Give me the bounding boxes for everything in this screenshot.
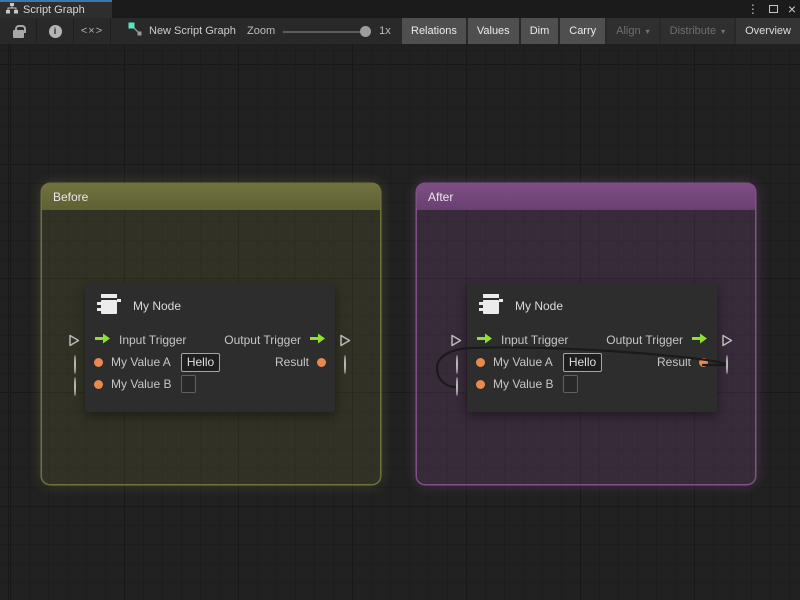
values-toggle[interactable]: Values: [468, 18, 519, 44]
trigger-input-icon[interactable]: [94, 333, 111, 347]
value-output-icon[interactable]: [317, 358, 326, 367]
maximize-icon[interactable]: [769, 5, 778, 13]
graph-value-port[interactable]: [74, 356, 76, 374]
chevron-down-icon: ▾: [646, 27, 650, 36]
graph-value-port[interactable]: [726, 356, 728, 374]
graph-value-port[interactable]: [456, 378, 458, 396]
value-input-icon[interactable]: [476, 380, 485, 389]
lock-button[interactable]: [0, 18, 36, 44]
node-my-node-after[interactable]: My Node Input Trigger Output Trigger My …: [467, 283, 717, 412]
overview-button[interactable]: Overview: [736, 18, 800, 44]
graph-value-port[interactable]: [344, 356, 346, 374]
value-b-input[interactable]: [563, 375, 578, 393]
port-label: My Value B: [493, 377, 553, 391]
zoom-slider-handle[interactable]: [360, 26, 371, 37]
unit-icon: [96, 291, 122, 322]
trigger-input-icon[interactable]: [476, 333, 493, 347]
zoom-label: Zoom: [247, 25, 275, 37]
toolbar-separator: [110, 18, 111, 44]
inspect-button[interactable]: i: [37, 18, 73, 44]
port-label: Input Trigger: [501, 333, 568, 347]
graph-trigger-port[interactable]: [339, 334, 352, 353]
tab-title: Script Graph: [23, 4, 85, 16]
zoom-slider[interactable]: [283, 26, 371, 37]
graph-trigger-port[interactable]: [450, 334, 463, 353]
chevron-down-icon: ▾: [721, 27, 725, 36]
window-menu-icon[interactable]: ⋮: [747, 3, 759, 15]
close-icon[interactable]: ×: [788, 2, 796, 16]
relations-toggle[interactable]: Relations: [402, 18, 466, 44]
graph-value-port[interactable]: [456, 356, 458, 374]
graph-trigger-port[interactable]: [721, 334, 734, 353]
value-input-icon[interactable]: [94, 380, 103, 389]
code-preview-button[interactable]: <×>: [74, 18, 110, 44]
graph-trigger-port[interactable]: [68, 334, 81, 353]
port-label: Result: [657, 355, 691, 369]
tab-script-graph[interactable]: Script Graph: [0, 0, 112, 18]
port-label: Input Trigger: [119, 333, 186, 347]
value-a-input[interactable]: Hello: [181, 353, 220, 372]
port-label: Result: [275, 355, 309, 369]
carry-toggle[interactable]: Carry: [560, 18, 605, 44]
dim-toggle[interactable]: Dim: [521, 18, 559, 44]
group-title: After: [428, 190, 453, 204]
distribute-dropdown[interactable]: Distribute▾: [661, 18, 734, 44]
graph-value-port[interactable]: [74, 378, 76, 396]
tab-bar: Script Graph ⋮ ×: [0, 0, 800, 18]
code-icon: <×>: [81, 25, 103, 37]
value-a-input[interactable]: Hello: [563, 353, 602, 372]
graph-hierarchy-icon: [6, 1, 18, 19]
lock-icon: [13, 30, 24, 38]
value-output-icon[interactable]: [699, 358, 708, 367]
info-icon: i: [49, 25, 62, 38]
graph-asset-picker[interactable]: New Script Graph: [128, 18, 236, 44]
graph-asset-name: New Script Graph: [149, 25, 236, 37]
group-title: Before: [53, 190, 88, 204]
zoom-value: 1x: [379, 25, 391, 37]
node-title: My Node: [515, 299, 563, 313]
group-before-header[interactable]: Before: [42, 184, 380, 210]
port-label: My Value A: [493, 355, 553, 369]
node-title: My Node: [133, 299, 181, 313]
port-label: My Value A: [111, 355, 171, 369]
trigger-output-icon[interactable]: [309, 333, 326, 347]
unit-icon: [478, 291, 504, 322]
graph-toolbar: i <×> New Script Graph Zoom 1x Relations…: [0, 18, 800, 44]
zoom-slider-track: [283, 31, 371, 33]
trigger-output-icon[interactable]: [691, 333, 708, 347]
script-graph-asset-icon: [128, 22, 142, 41]
align-dropdown[interactable]: Align▾: [607, 18, 658, 44]
port-label: Output Trigger: [224, 333, 301, 347]
node-my-node-before[interactable]: My Node Input Trigger Output Trigger My …: [85, 283, 335, 412]
value-input-icon[interactable]: [476, 358, 485, 367]
value-b-input[interactable]: [181, 375, 196, 393]
graph-canvas[interactable]: Before After My Node: [0, 44, 800, 600]
port-label: Output Trigger: [606, 333, 683, 347]
group-after-header[interactable]: After: [417, 184, 755, 210]
value-input-icon[interactable]: [94, 358, 103, 367]
port-label: My Value B: [111, 377, 171, 391]
